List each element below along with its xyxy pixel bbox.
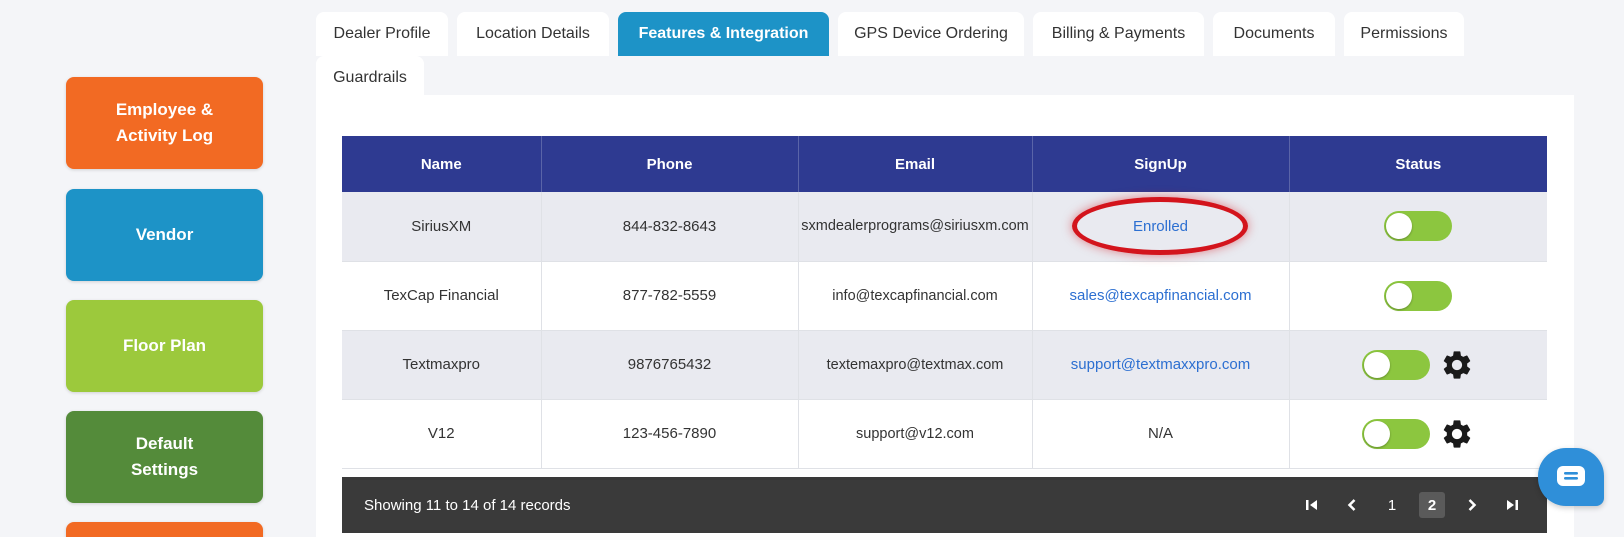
cell-signup: N/A: [1032, 399, 1290, 469]
pagination: 1 2: [1299, 492, 1525, 518]
sidebar-item-partial[interactable]: [66, 522, 263, 537]
sidebar-item-label: Default Settings: [130, 434, 199, 479]
page-button[interactable]: 1: [1379, 492, 1405, 518]
tab-label: Features & Integration: [638, 25, 809, 42]
column-header-phone[interactable]: Phone: [541, 136, 799, 192]
column-header-signup[interactable]: SignUp: [1032, 136, 1290, 192]
column-header-status[interactable]: Status: [1289, 136, 1547, 192]
first-page-icon[interactable]: [1299, 492, 1325, 518]
cell-name: TexCap Financial: [342, 261, 542, 331]
table-row: Textmaxpro 9876765432 textemaxpro@textma…: [342, 330, 1547, 400]
column-header-name[interactable]: Name: [342, 136, 542, 192]
tab-features-integration[interactable]: Features & Integration: [618, 12, 829, 56]
tab-label: Location Details: [476, 25, 590, 42]
integrations-table: Name Phone Email SignUp Status SiriusXM …: [342, 136, 1547, 469]
sidebar-item-label: Floor Plan: [122, 336, 207, 355]
status-toggle[interactable]: [1384, 280, 1453, 311]
chat-button[interactable]: [1538, 448, 1604, 506]
enrolled-highlight: Enrolled: [1072, 197, 1249, 256]
tab-guardrails[interactable]: Guardrails: [316, 56, 424, 100]
table-header-row: Name Phone Email SignUp Status: [342, 136, 1547, 192]
cell-phone: 844-832-8643: [541, 192, 799, 262]
tab-label: Billing & Payments: [1051, 25, 1186, 42]
tab-location-details[interactable]: Location Details: [457, 12, 609, 56]
last-page-icon[interactable]: [1499, 492, 1525, 518]
sidebar-item-floor-plan[interactable]: Floor Plan: [66, 300, 263, 392]
signup-link[interactable]: Enrolled: [1133, 218, 1188, 235]
table-row: V12 123-456-7890 support@v12.com N/A: [342, 399, 1547, 469]
cell-email: support@v12.com: [798, 399, 1033, 469]
sidebar-item-employee-activity-log[interactable]: Employee & Activity Log: [66, 77, 263, 169]
cell-status: [1289, 192, 1547, 262]
table-row: SiriusXM 844-832-8643 sxmdealerprograms@…: [342, 192, 1547, 262]
tab-billing-payments[interactable]: Billing & Payments: [1033, 12, 1204, 56]
tab-dealer-profile[interactable]: Dealer Profile: [316, 12, 448, 56]
cell-phone: 877-782-5559: [541, 261, 799, 331]
column-header-email[interactable]: Email: [798, 136, 1033, 192]
signup-link[interactable]: support@textmaxxpro.com: [1071, 356, 1250, 373]
status-toggle[interactable]: [1384, 211, 1453, 242]
status-toggle[interactable]: [1362, 418, 1431, 449]
cell-signup: sales@texcapfinancial.com: [1032, 261, 1290, 331]
table-row: TexCap Financial 877-782-5559 info@texca…: [342, 261, 1547, 331]
cell-email: sxmdealerprograms@siriusxm.com: [798, 192, 1033, 262]
cell-status: [1289, 399, 1547, 469]
cell-signup: Enrolled: [1032, 192, 1290, 262]
next-page-icon[interactable]: [1459, 492, 1485, 518]
sidebar-item-vendor[interactable]: Vendor: [66, 189, 263, 281]
cell-name: V12: [342, 399, 542, 469]
tab-label: GPS Device Ordering: [854, 25, 1008, 42]
cell-signup: support@textmaxxpro.com: [1032, 330, 1290, 400]
tab-label: Permissions: [1360, 25, 1448, 42]
sidebar-item-label: Employee & Activity Log: [115, 100, 214, 145]
sidebar-item-label: Vendor: [135, 225, 194, 244]
tab-label: Dealer Profile: [333, 25, 431, 42]
sidebar-item-default-settings[interactable]: Default Settings: [66, 411, 263, 503]
records-summary: Showing 11 to 14 of 14 records: [364, 496, 571, 514]
gear-icon[interactable]: [1440, 417, 1474, 451]
gear-icon[interactable]: [1440, 348, 1474, 382]
cell-phone: 9876765432: [541, 330, 799, 400]
cell-phone: 123-456-7890: [541, 399, 799, 469]
tab-documents[interactable]: Documents: [1213, 12, 1335, 56]
tab-permissions[interactable]: Permissions: [1344, 12, 1464, 56]
cell-email: info@texcapfinancial.com: [798, 261, 1033, 331]
signup-link[interactable]: sales@texcapfinancial.com: [1070, 287, 1252, 304]
cell-name: Textmaxpro: [342, 330, 542, 400]
cell-status: [1289, 330, 1547, 400]
cell-name: SiriusXM: [342, 192, 542, 262]
prev-page-icon[interactable]: [1339, 492, 1365, 518]
tab-label: Documents: [1233, 25, 1315, 42]
page-button-current[interactable]: 2: [1419, 492, 1445, 518]
cell-email: textemaxpro@textmax.com: [798, 330, 1033, 400]
cell-status: [1289, 261, 1547, 331]
chat-icon: [1557, 466, 1585, 486]
tab-gps-device-ordering[interactable]: GPS Device Ordering: [838, 12, 1024, 56]
status-toggle[interactable]: [1362, 349, 1431, 380]
tab-label: Guardrails: [333, 69, 407, 86]
table-footer: Showing 11 to 14 of 14 records 1 2: [342, 477, 1547, 533]
